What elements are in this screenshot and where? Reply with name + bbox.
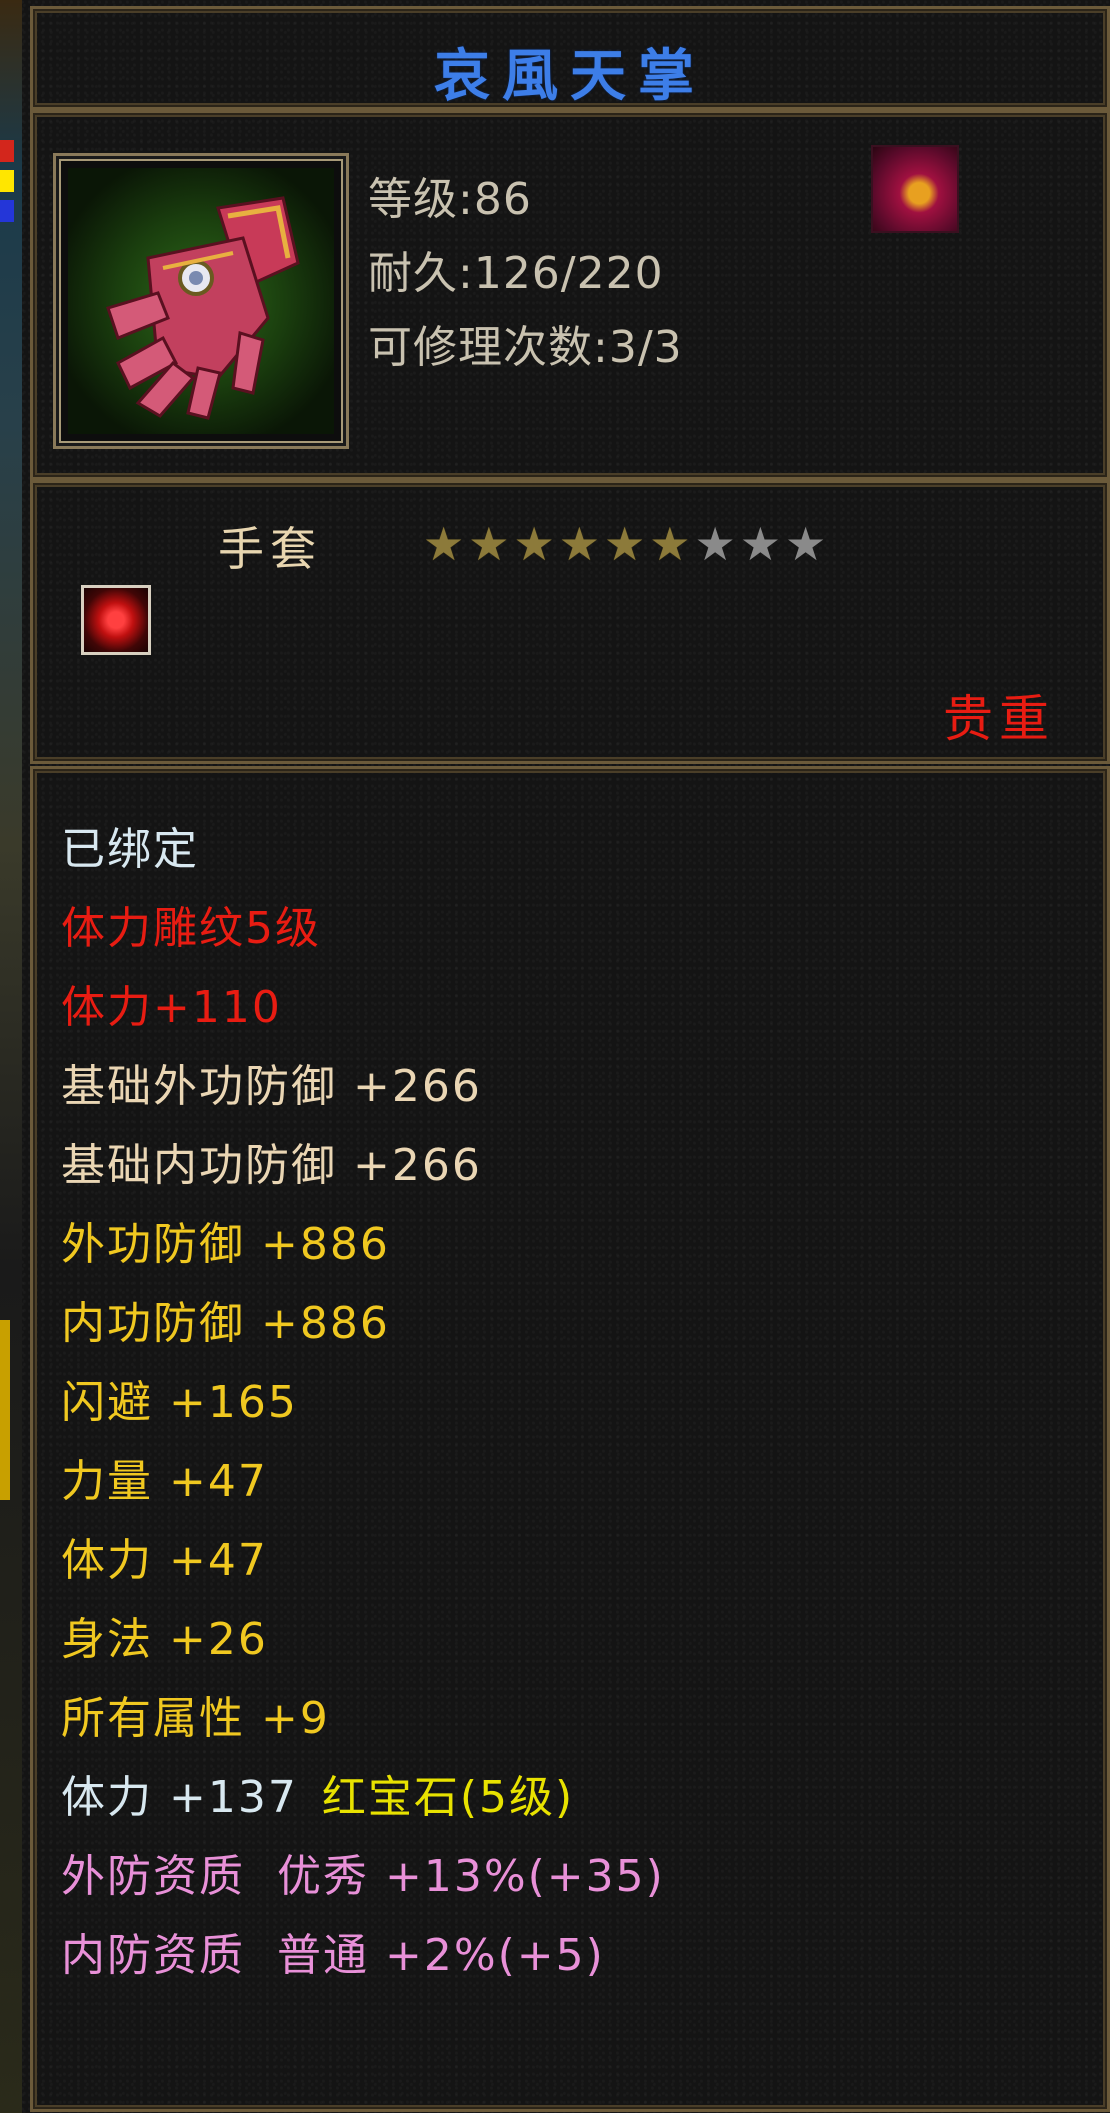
attribute-text: 基础内功防御 +266 — [61, 1140, 482, 1191]
attribute-line: 基础外功防御 +266 — [61, 1062, 482, 1112]
star-filled-icon: ★ — [604, 517, 646, 571]
attribute-panel: 已绑定体力雕纹5级 体力+110 基础外功防御 +266 基础内功防御 +266 外功防… — [30, 766, 1110, 2112]
attribute-text: 已绑定 — [61, 824, 199, 875]
attribute-text: 体力 +137 — [61, 1772, 298, 1823]
star-rating: ★ ★ ★ ★ ★ ★ ★ ★ ★ — [423, 521, 826, 567]
star-filled-icon: ★ — [649, 517, 691, 571]
attribute-text: 体力+110 — [61, 982, 282, 1033]
attribute-line: 外防资质 优秀 +13%(+35) — [61, 1852, 665, 1902]
gem-name: 红宝石(5级) — [321, 1772, 575, 1823]
attribute-text: 所有属性 +9 — [61, 1693, 330, 1744]
attribute-text: 身法 +26 — [61, 1614, 268, 1665]
attribute-text: 内功防御 +886 — [61, 1298, 390, 1349]
attribute-text: 内防资质 普通 +2%(+5) — [61, 1930, 605, 1981]
star-filled-icon: ★ — [468, 517, 510, 571]
attribute-line: 基础内功防御 +266 — [61, 1141, 482, 1191]
attribute-text: 外功防御 +886 — [61, 1219, 390, 1270]
attribute-line: 体力+110 — [61, 983, 282, 1033]
tooltip-frame: 哀風天掌 等级:86 耐久:126/220 可修理次数:3/3 手套 ★ ★ ★… — [0, 0, 1110, 2113]
gauntlet-icon — [106, 196, 300, 420]
attribute-text: 体力雕纹5级 — [61, 903, 321, 954]
background-bar-gold — [0, 1320, 10, 1500]
attribute-line: 内防资质 普通 +2%(+5) — [61, 1931, 605, 1981]
attribute-text: 外防资质 优秀 +13%(+35) — [61, 1851, 665, 1902]
attribute-line: 内功防御 +886 — [61, 1299, 390, 1349]
attribute-text: 基础外功防御 +266 — [61, 1061, 482, 1112]
title-bar: 哀風天掌 — [30, 6, 1110, 110]
star-empty-icon: ★ — [785, 517, 827, 571]
attribute-line: 外功防御 +886 — [61, 1220, 390, 1270]
attribute-line: 体力 +137 红宝石(5级) — [61, 1773, 574, 1823]
star-filled-icon: ★ — [558, 517, 600, 571]
attribute-text: 力量 +47 — [61, 1456, 268, 1507]
item-icon-frame — [53, 153, 349, 449]
background-game-strip — [0, 0, 22, 2113]
attribute-line: 身法 +26 — [61, 1615, 268, 1665]
attribute-line: 力量 +47 — [61, 1457, 268, 1507]
ruby-socket-icon — [81, 585, 151, 655]
background-bar-yellow — [0, 170, 14, 192]
item-durability: 耐久:126/220 — [368, 248, 664, 299]
flame-skill-icon — [871, 145, 959, 233]
attribute-line: 闪避 +165 — [61, 1378, 298, 1428]
star-filled-icon: ★ — [513, 517, 555, 571]
item-type: 手套 — [218, 522, 322, 576]
rarity-label: 贵重 — [943, 690, 1055, 748]
attribute-line: 体力 +47 — [61, 1536, 268, 1586]
attribute-line: 所有属性 +9 — [61, 1694, 330, 1744]
item-level: 等级:86 — [368, 174, 532, 225]
item-type-panel: 手套 ★ ★ ★ ★ ★ ★ ★ ★ ★ 贵重 — [30, 480, 1110, 764]
star-filled-icon: ★ — [423, 517, 465, 571]
star-empty-icon: ★ — [694, 517, 736, 571]
background-bar-blue — [0, 200, 14, 222]
item-name: 哀風天掌 — [434, 43, 706, 109]
attribute-text: 体力 +47 — [61, 1535, 268, 1586]
item-icon-background — [68, 168, 334, 434]
attribute-line: 体力雕纹5级 — [61, 904, 321, 954]
item-repair-count: 可修理次数:3/3 — [368, 322, 683, 373]
star-empty-icon: ★ — [739, 517, 781, 571]
attribute-text: 闪避 +165 — [61, 1377, 298, 1428]
attribute-line: 已绑定 — [61, 825, 199, 875]
item-info-panel: 等级:86 耐久:126/220 可修理次数:3/3 — [30, 110, 1110, 480]
background-bar-red — [0, 140, 14, 162]
